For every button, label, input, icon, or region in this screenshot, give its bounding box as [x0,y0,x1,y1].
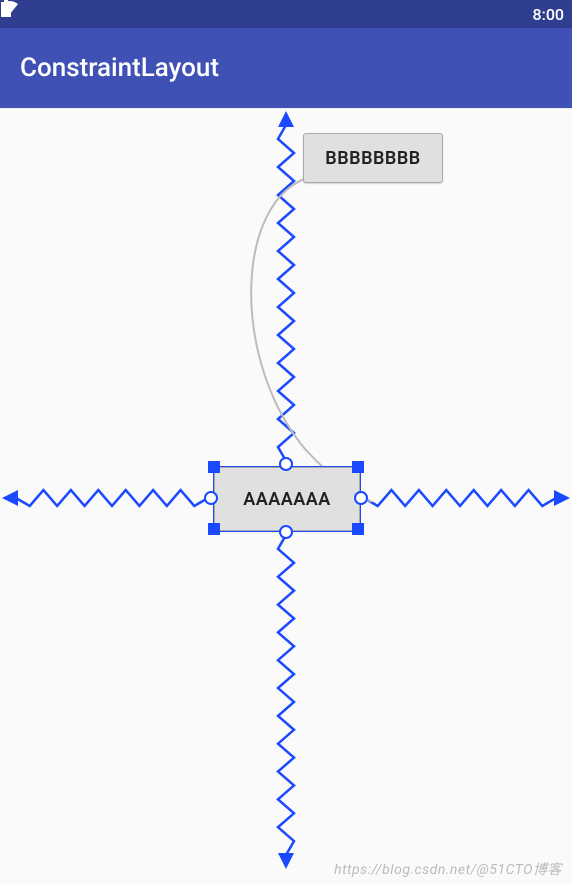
resize-handle-ne[interactable] [352,461,364,473]
app-bar: ConstraintLayout [0,28,572,108]
watermark: https://blog.csdn.net/@51CTO博客 [334,859,562,879]
anchor-bottom[interactable] [279,525,293,539]
resize-handle-nw[interactable] [208,461,220,473]
widget-b-label: BBBBBBBB [325,148,420,169]
resize-handle-se[interactable] [352,523,364,535]
status-bar: 8:00 [0,0,572,28]
anchor-right[interactable] [354,491,368,505]
widget-a[interactable]: AAAAAAA [214,467,360,531]
status-time: 8:00 [533,5,565,24]
design-canvas[interactable]: BBBBBBBB AAAAAAA https://blog.csdn.net/@… [0,108,572,884]
anchor-left[interactable] [204,491,218,505]
widget-b[interactable]: BBBBBBBB [303,133,443,183]
app-title: ConstraintLayout [20,53,219,83]
resize-handle-sw[interactable] [208,523,220,535]
anchor-top[interactable] [279,457,293,471]
widget-a-label: AAAAAAA [243,489,331,510]
